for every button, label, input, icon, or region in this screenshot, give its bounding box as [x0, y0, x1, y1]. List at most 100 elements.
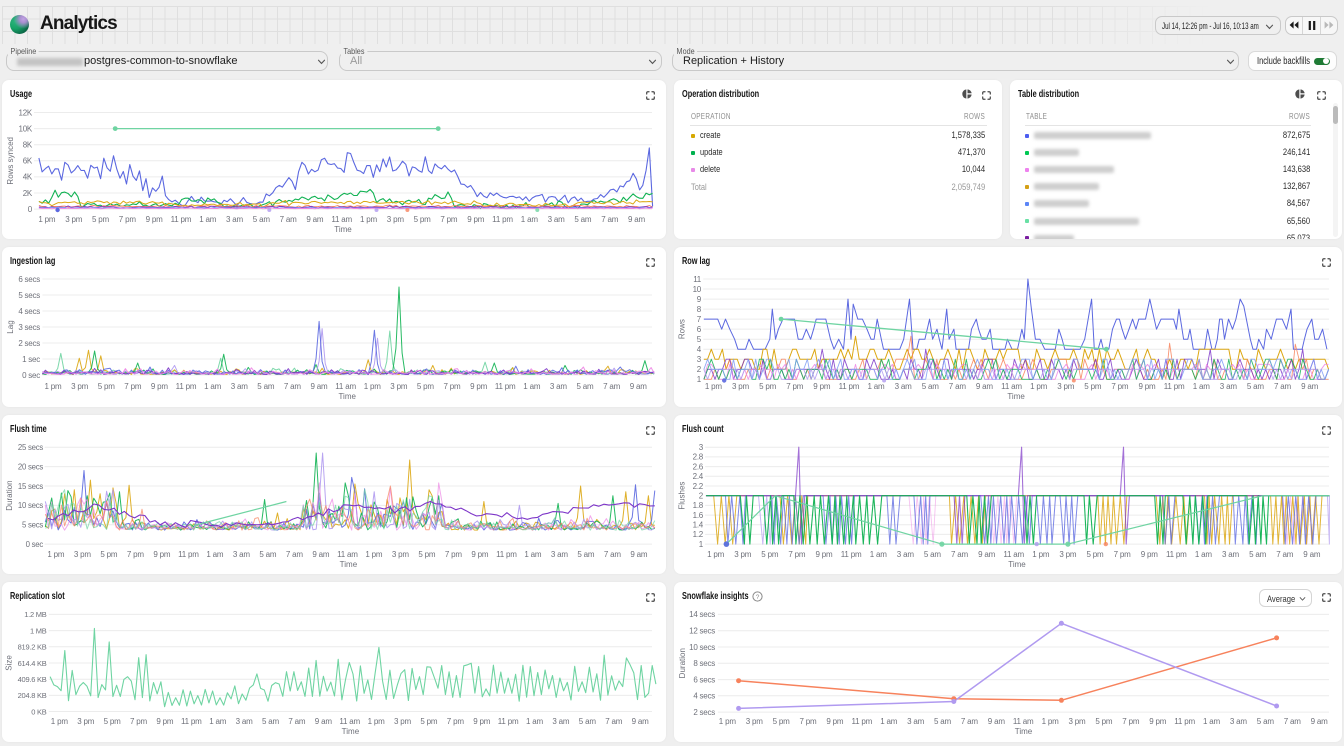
- svg-text:7 am: 7 am: [605, 717, 623, 726]
- svg-text:3 pm: 3 pm: [392, 549, 410, 558]
- svg-text:25 secs: 25 secs: [18, 443, 43, 452]
- svg-text:1 pm: 1 pm: [364, 382, 382, 391]
- svg-text:11 am: 11 am: [331, 214, 352, 223]
- svg-text:5 am: 5 am: [253, 214, 271, 223]
- svg-text:5 am: 5 am: [934, 717, 952, 726]
- svg-text:2 secs: 2 secs: [693, 708, 715, 717]
- svg-text:2.6: 2.6: [693, 462, 704, 471]
- svg-text:10 secs: 10 secs: [18, 501, 43, 510]
- svg-text:9 am: 9 am: [988, 717, 1006, 726]
- svg-text:1.8: 1.8: [693, 501, 704, 510]
- svg-text:3 am: 3 am: [548, 214, 566, 223]
- svg-text:5 pm: 5 pm: [759, 382, 777, 391]
- svg-text:9 am: 9 am: [628, 214, 646, 223]
- svg-text:5 am: 5 am: [922, 382, 940, 391]
- svg-text:9 am: 9 am: [1303, 549, 1321, 558]
- svg-text:3 am: 3 am: [1222, 549, 1240, 558]
- svg-text:7 am: 7 am: [284, 382, 302, 391]
- svg-text:3 am: 3 am: [233, 549, 251, 558]
- svg-text:3 am: 3 am: [551, 549, 569, 558]
- svg-text:20 secs: 20 secs: [18, 462, 43, 471]
- svg-text:5 am: 5 am: [1249, 549, 1267, 558]
- svg-text:3 pm: 3 pm: [1059, 549, 1077, 558]
- svg-text:Time: Time: [1015, 727, 1033, 736]
- svg-text:1 pm: 1 pm: [1030, 382, 1048, 391]
- svg-text:11 am: 11 am: [1001, 382, 1022, 391]
- svg-text:Time: Time: [342, 727, 360, 736]
- svg-text:5 pm: 5 pm: [417, 382, 435, 391]
- svg-text:Time: Time: [340, 559, 358, 568]
- svg-text:9 pm: 9 pm: [471, 549, 489, 558]
- svg-text:7 pm: 7 pm: [786, 382, 804, 391]
- svg-text:7 pm: 7 pm: [119, 214, 137, 223]
- svg-text:4 secs: 4 secs: [18, 307, 40, 316]
- svg-text:3 am: 3 am: [907, 717, 925, 726]
- svg-text:6 secs: 6 secs: [693, 675, 715, 684]
- svg-text:1 am: 1 am: [870, 549, 888, 558]
- svg-text:409.6 KB: 409.6 KB: [18, 675, 47, 684]
- svg-text:11 pm: 11 pm: [851, 717, 872, 726]
- svg-text:9 am: 9 am: [306, 214, 324, 223]
- svg-text:11 pm: 11 pm: [492, 214, 513, 223]
- svg-text:5 pm: 5 pm: [92, 214, 110, 223]
- svg-text:1.4: 1.4: [693, 520, 704, 529]
- svg-text:5 pm: 5 pm: [420, 717, 438, 726]
- svg-text:9 pm: 9 pm: [1139, 382, 1157, 391]
- svg-text:1 am: 1 am: [524, 549, 542, 558]
- svg-text:9 pm: 9 pm: [470, 382, 488, 391]
- svg-text:5 secs: 5 secs: [22, 520, 43, 529]
- svg-text:5 am: 5 am: [924, 549, 942, 558]
- svg-text:1 pm: 1 pm: [365, 549, 383, 558]
- svg-text:5 pm: 5 pm: [1084, 382, 1102, 391]
- svg-text:8 secs: 8 secs: [693, 659, 715, 668]
- svg-text:3 am: 3 am: [1220, 382, 1238, 391]
- svg-text:4: 4: [697, 345, 702, 354]
- svg-text:9 am: 9 am: [630, 382, 648, 391]
- svg-text:1 pm: 1 pm: [45, 382, 63, 391]
- svg-text:7 am: 7 am: [961, 717, 979, 726]
- svg-text:3 am: 3 am: [226, 214, 244, 223]
- svg-text:9 pm: 9 pm: [467, 214, 485, 223]
- svg-text:7 am: 7 am: [1276, 549, 1294, 558]
- svg-text:7 am: 7 am: [603, 382, 621, 391]
- svg-text:614.4 KB: 614.4 KB: [18, 659, 47, 668]
- svg-text:0: 0: [28, 204, 33, 213]
- svg-text:?: ?: [756, 594, 760, 601]
- svg-text:9 am: 9 am: [978, 549, 996, 558]
- svg-text:5 am: 5 am: [1247, 382, 1265, 391]
- svg-text:7 am: 7 am: [1274, 382, 1292, 391]
- svg-text:9 pm: 9 pm: [146, 214, 164, 223]
- svg-text:819.2 KB: 819.2 KB: [18, 643, 47, 652]
- svg-text:7 pm: 7 pm: [444, 382, 462, 391]
- svg-text:5 am: 5 am: [262, 717, 280, 726]
- svg-text:2.2: 2.2: [693, 481, 704, 490]
- svg-text:7 am: 7 am: [949, 382, 967, 391]
- svg-text:6K: 6K: [23, 156, 33, 165]
- svg-text:3 secs: 3 secs: [18, 323, 40, 332]
- svg-text:10K: 10K: [19, 124, 33, 133]
- svg-text:11 pm: 11 pm: [181, 717, 202, 726]
- svg-text:1 am: 1 am: [880, 717, 898, 726]
- svg-text:1 pm: 1 pm: [47, 549, 65, 558]
- svg-text:1.2 MB: 1.2 MB: [24, 610, 47, 619]
- svg-text:9 pm: 9 pm: [1141, 549, 1159, 558]
- svg-text:5 pm: 5 pm: [98, 382, 116, 391]
- svg-text:7 am: 7 am: [951, 549, 969, 558]
- svg-text:3 pm: 3 pm: [394, 717, 412, 726]
- svg-text:3 pm: 3 pm: [65, 214, 83, 223]
- svg-text:11 pm: 11 pm: [1174, 717, 1195, 726]
- svg-text:1 pm: 1 pm: [707, 549, 725, 558]
- svg-text:1.2: 1.2: [693, 530, 704, 539]
- svg-text:5 am: 5 am: [577, 549, 595, 558]
- svg-text:5 am: 5 am: [259, 549, 277, 558]
- svg-text:11 pm: 11 pm: [1166, 549, 1187, 558]
- svg-text:11 am: 11 am: [337, 549, 358, 558]
- svg-text:3 pm: 3 pm: [387, 214, 405, 223]
- svg-text:Size: Size: [5, 655, 14, 671]
- svg-text:9 pm: 9 pm: [156, 717, 174, 726]
- svg-text:11 am: 11 am: [335, 382, 356, 391]
- svg-text:3 am: 3 am: [550, 382, 568, 391]
- svg-text:9 am: 9 am: [311, 382, 329, 391]
- svg-text:Time: Time: [1007, 392, 1025, 401]
- svg-text:9 am: 9 am: [632, 717, 650, 726]
